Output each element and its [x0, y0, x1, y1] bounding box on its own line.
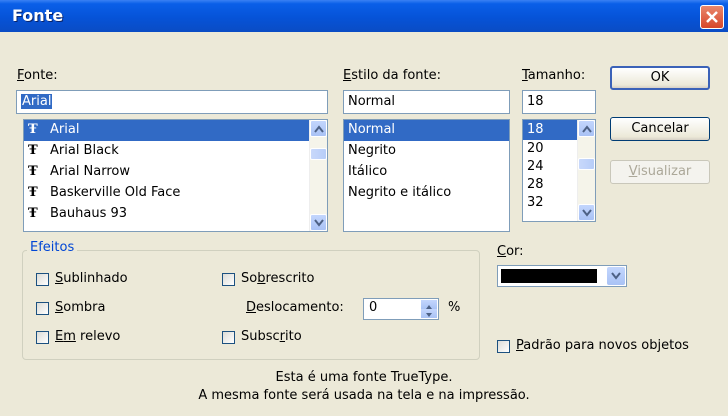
font-size-input[interactable]: 18	[522, 90, 596, 114]
scroll-up-arrow-icon	[582, 125, 592, 133]
shadow-label: Sombra	[55, 300, 106, 315]
offset-spin-buttons[interactable]	[421, 300, 437, 318]
ok-button[interactable]: OK	[610, 66, 710, 90]
close-button[interactable]	[700, 5, 724, 29]
font-list-scrollbar[interactable]	[309, 120, 327, 231]
spin-down-button[interactable]	[421, 309, 437, 318]
cancel-button[interactable]: Cancelar	[610, 117, 710, 141]
scroll-up-button[interactable]	[578, 120, 595, 137]
list-item[interactable]: Ŧ Arial Narrow	[24, 162, 327, 183]
font-label: Fonte:	[17, 68, 58, 83]
scroll-thumb[interactable]	[578, 158, 595, 170]
truetype-font-icon: Ŧ	[28, 185, 38, 200]
font-style-input[interactable]: Normal	[343, 90, 510, 114]
default-checkbox-label: Padrão para novos objetos	[516, 338, 689, 353]
truetype-font-icon: Ŧ	[28, 143, 38, 158]
truetype-font-icon: Ŧ	[28, 122, 38, 137]
list-item[interactable]: Negrito e itálico	[344, 183, 509, 204]
list-item[interactable]: Ŧ Arial Black	[24, 141, 327, 162]
subscript-checkbox[interactable]	[222, 331, 235, 344]
list-item[interactable]: Normal	[344, 120, 509, 141]
font-size-value: 18	[527, 94, 544, 109]
color-swatch	[501, 269, 597, 283]
size-list-scrollbar[interactable]	[577, 120, 595, 221]
subscript-label: Subscrito	[241, 329, 302, 344]
list-item[interactable]: Ŧ Bauhaus 93	[24, 204, 327, 225]
info-line-1: Esta é uma fonte TrueType.	[275, 370, 453, 385]
size-label: Tamanho:	[522, 68, 586, 83]
emboss-checkbox[interactable]	[36, 331, 49, 344]
effects-legend: Efeitos	[27, 240, 78, 255]
preview-button[interactable]: Visualizar	[610, 160, 710, 184]
scroll-down-arrow-icon	[582, 209, 592, 217]
superscript-checkbox[interactable]	[222, 273, 235, 286]
dialog-title: Fonte	[12, 6, 64, 25]
close-icon	[706, 11, 718, 23]
offset-unit: %	[448, 300, 461, 315]
scroll-thumb[interactable]	[310, 148, 327, 160]
emboss-label: Em relevo	[55, 329, 121, 344]
list-item[interactable]: Itálico	[344, 162, 509, 183]
scroll-down-arrow-icon	[314, 219, 324, 227]
color-dropdown-button[interactable]	[607, 267, 625, 285]
scroll-up-button[interactable]	[310, 120, 327, 137]
font-size-list[interactable]: 18 20 24 28 32	[522, 119, 596, 222]
font-name-value: Arial	[21, 94, 53, 109]
font-name-input[interactable]: Arial	[16, 90, 328, 114]
font-list[interactable]: Ŧ Arial Ŧ Arial Black Ŧ Arial Narrow Ŧ Baske…	[23, 119, 328, 232]
scroll-down-button[interactable]	[578, 204, 595, 221]
shadow-checkbox[interactable]	[36, 302, 49, 315]
chevron-down-icon	[611, 272, 621, 280]
list-item[interactable]: Negrito	[344, 141, 509, 162]
superscript-label: Sobrescrito	[241, 271, 315, 286]
info-line-2: A mesma fonte será usada na tela e na im…	[198, 388, 530, 403]
scroll-down-button[interactable]	[310, 214, 327, 231]
font-style-list[interactable]: Normal Negrito Itálico Negrito e itálico	[343, 119, 510, 232]
default-checkbox[interactable]	[497, 340, 510, 353]
underline-checkbox[interactable]	[36, 273, 49, 286]
spin-up-button[interactable]	[421, 300, 437, 309]
font-dialog: Fonte Fonte: Arial Ŧ Arial Ŧ Arial Black Ŧ…	[0, 0, 728, 416]
offset-spinner[interactable]: 0	[363, 298, 439, 320]
underline-label: Sublinhado	[55, 271, 128, 286]
color-dropdown[interactable]	[497, 265, 627, 287]
list-item[interactable]: Ŧ Arial	[24, 120, 327, 141]
offset-value: 0	[369, 300, 378, 315]
offset-label: Deslocamento:	[246, 300, 344, 315]
spin-down-arrow-icon	[426, 313, 432, 317]
truetype-font-icon: Ŧ	[28, 164, 38, 179]
list-item[interactable]: Ŧ Baskerville Old Face	[24, 183, 327, 204]
scroll-up-arrow-icon	[314, 125, 324, 133]
font-style-value: Normal	[348, 94, 396, 109]
truetype-font-icon: Ŧ	[28, 206, 38, 221]
style-label: Estilo da fonte:	[343, 68, 441, 83]
title-bar[interactable]: Fonte	[0, 0, 728, 32]
color-label: Cor:	[497, 244, 524, 259]
